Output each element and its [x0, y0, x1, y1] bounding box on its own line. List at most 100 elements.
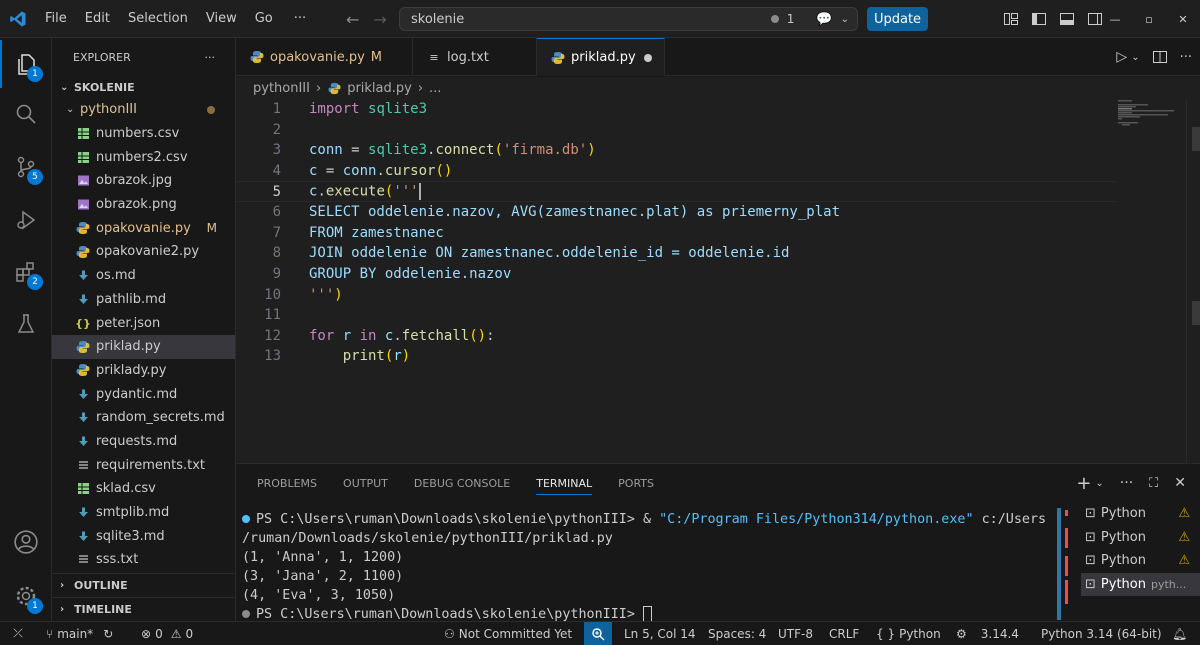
- notifications-bell-icon[interactable]: 🔔︎: [1172, 622, 1187, 645]
- terminal-instance[interactable]: ⊡ Python ⚠: [1081, 526, 1200, 550]
- terminal-dropdown-chevron-icon[interactable]: ⌄: [1095, 478, 1103, 489]
- file-tree-item[interactable]: pathlib.md: [52, 288, 235, 312]
- markdown-file-icon: [76, 434, 90, 448]
- indentation-status[interactable]: Spaces: 4: [708, 622, 766, 645]
- new-terminal-plus-icon[interactable]: +: [1076, 473, 1091, 494]
- file-tree-item[interactable]: priklad.py: [52, 334, 235, 359]
- terminal-instance[interactable]: ⊡ Python ⚠: [1081, 502, 1200, 526]
- git-branch-icon: ⑂: [46, 626, 54, 641]
- terminal-instance[interactable]: ⊡ Python ⚠: [1081, 549, 1200, 573]
- forward-arrow-icon[interactable]: →: [373, 10, 386, 29]
- folder-pythonIII[interactable]: ⌄ pythonIII: [52, 98, 235, 122]
- file-tree-item[interactable]: smtplib.md: [52, 501, 235, 525]
- accounts-icon[interactable]: [0, 518, 52, 566]
- run-dropdown-chevron-icon[interactable]: ⌄: [1131, 52, 1139, 63]
- panel-more-button[interactable]: ···: [1120, 475, 1133, 491]
- breadcrumb-file[interactable]: priklad.py: [347, 81, 412, 96]
- file-tree-item[interactable]: os.md: [52, 264, 235, 288]
- back-arrow-icon[interactable]: ←: [346, 10, 359, 29]
- terminal-output[interactable]: PS C:\Users\ruman\Downloads\skolenie\pyt…: [242, 510, 1052, 624]
- branch-status[interactable]: ⑂ main* ↻: [46, 622, 113, 645]
- run-debug-icon[interactable]: [0, 196, 52, 244]
- editor-scrollbar[interactable]: [1186, 99, 1200, 463]
- run-python-file-icon[interactable]: ▷: [1116, 49, 1127, 65]
- manage-gear-icon[interactable]: 1: [0, 572, 52, 620]
- workspace-root[interactable]: ⌄ SKOLENIE: [52, 76, 235, 98]
- customize-layout-icon[interactable]: [1003, 11, 1019, 27]
- menu-edit[interactable]: Edit: [76, 0, 119, 38]
- update-button[interactable]: Update: [867, 7, 928, 31]
- extensions-icon[interactable]: 2: [0, 248, 52, 296]
- breadcrumb-folder[interactable]: pythonIII: [253, 81, 310, 96]
- file-tree-item[interactable]: sss.txt: [52, 548, 235, 572]
- close-panel-icon[interactable]: ✕: [1174, 475, 1186, 491]
- tab-ports[interactable]: PORTS: [618, 477, 654, 490]
- menu-view[interactable]: View: [197, 0, 246, 38]
- menu-selection[interactable]: Selection: [119, 0, 197, 38]
- interpreter-status[interactable]: Python 3.14 (64-bit): [1041, 622, 1162, 645]
- editor-more-button[interactable]: ···: [1180, 50, 1192, 65]
- remote-indicator-icon[interactable]: ⤫: [0, 622, 36, 645]
- cursor-position[interactable]: Ln 5, Col 14: [624, 622, 696, 645]
- file-tree-item[interactable]: sklad.csv: [52, 477, 235, 501]
- toggle-primary-sidebar-icon[interactable]: [1031, 11, 1047, 27]
- file-tree-item[interactable]: obrazok.png: [52, 193, 235, 217]
- tab-problems[interactable]: PROBLEMS: [257, 477, 317, 490]
- toggle-panel-icon[interactable]: [1059, 11, 1075, 27]
- tab-output[interactable]: OUTPUT: [343, 477, 388, 490]
- file-tree-item[interactable]: opakovanie2.py: [52, 240, 235, 264]
- testing-flask-icon[interactable]: [0, 300, 52, 348]
- python-env-status[interactable]: ⚙ 3.14.4: [956, 622, 1019, 645]
- explorer-more-button[interactable]: ···: [205, 51, 216, 64]
- menu-go[interactable]: Go: [246, 0, 282, 38]
- file-tree-item[interactable]: numbers2.csv: [52, 145, 235, 169]
- outline-section[interactable]: › OUTLINE: [52, 573, 236, 597]
- tab-debug-console[interactable]: DEBUG CONSOLE: [414, 477, 510, 490]
- close-icon[interactable]: ✕: [1166, 13, 1200, 26]
- file-tree-item[interactable]: opakovanie.py M: [52, 216, 235, 240]
- explorer-icon[interactable]: 1: [0, 40, 52, 88]
- terminal-instance-active[interactable]: ⊡ Python pyth...: [1081, 572, 1200, 596]
- file-name: pathlib.md: [96, 291, 167, 307]
- maximize-icon[interactable]: ▫: [1132, 13, 1166, 26]
- split-editor-icon[interactable]: [1152, 49, 1168, 65]
- git-blame-status[interactable]: ⚇ Not Committed Yet: [444, 622, 572, 645]
- file-tree-item[interactable]: random_secrets.md: [52, 406, 235, 430]
- file-tree-item[interactable]: requirements.txt: [52, 453, 235, 477]
- file-tree-item[interactable]: numbers.csv: [52, 122, 235, 146]
- unsaved-dot-icon[interactable]: [644, 53, 652, 62]
- maximize-panel-icon[interactable]: ⛶: [1149, 476, 1158, 491]
- python-file-icon: [250, 50, 264, 64]
- terminal-scrollbar[interactable]: [1057, 508, 1061, 620]
- code-editor[interactable]: 1 2 3 4 5 6 7 8 9 10 11 12 13 import sqlite3 conn = …: [236, 99, 1200, 463]
- breadcrumb-more[interactable]: ...: [429, 81, 441, 96]
- file-tree-item[interactable]: {} peter.json: [52, 311, 235, 335]
- file-tree-item[interactable]: pydantic.md: [52, 382, 235, 406]
- chevron-down-icon[interactable]: ⌄: [841, 14, 849, 25]
- menu-more-button[interactable]: ···: [282, 11, 318, 26]
- file-tree-item[interactable]: requests.md: [52, 430, 235, 454]
- timeline-section[interactable]: › TIMELINE: [52, 597, 236, 621]
- encoding-status[interactable]: UTF-8: [778, 622, 813, 645]
- terminal-instance-label: Python: [1100, 506, 1146, 522]
- file-tree-item[interactable]: obrazok.jpg: [52, 169, 235, 193]
- eol-status[interactable]: CRLF: [829, 622, 859, 645]
- problems-status[interactable]: ⊗ 0 ⚠ 0: [141, 622, 193, 645]
- source-control-icon[interactable]: 5: [0, 143, 52, 191]
- tab-opakovanie[interactable]: opakovanie.py M: [236, 38, 413, 76]
- warning-icon: ⚠: [1178, 506, 1190, 522]
- command-center-search[interactable]: skolenie 1 💬 ⌄: [399, 7, 858, 31]
- file-tree-item[interactable]: priklady.py: [52, 359, 235, 383]
- file-tree-item[interactable]: sqlite3.md: [52, 524, 235, 548]
- tab-priklad[interactable]: priklad.py: [537, 38, 665, 76]
- terminal-list: ⊡ Python ⚠ ⊡ Python ⚠ ⊡ Python ⚠ ⊡ Pytho…: [1081, 502, 1200, 622]
- language-mode[interactable]: { } Python: [876, 622, 941, 645]
- menu-file[interactable]: File: [36, 0, 76, 38]
- minimize-icon[interactable]: —: [1098, 13, 1132, 26]
- zoom-icon[interactable]: [584, 622, 612, 645]
- tab-log[interactable]: ≡ log.txt: [413, 38, 537, 76]
- chat-icon[interactable]: 💬: [816, 12, 832, 27]
- tab-terminal[interactable]: TERMINAL: [536, 477, 593, 495]
- search-icon[interactable]: [0, 90, 52, 138]
- minimap[interactable]: [1118, 99, 1188, 139]
